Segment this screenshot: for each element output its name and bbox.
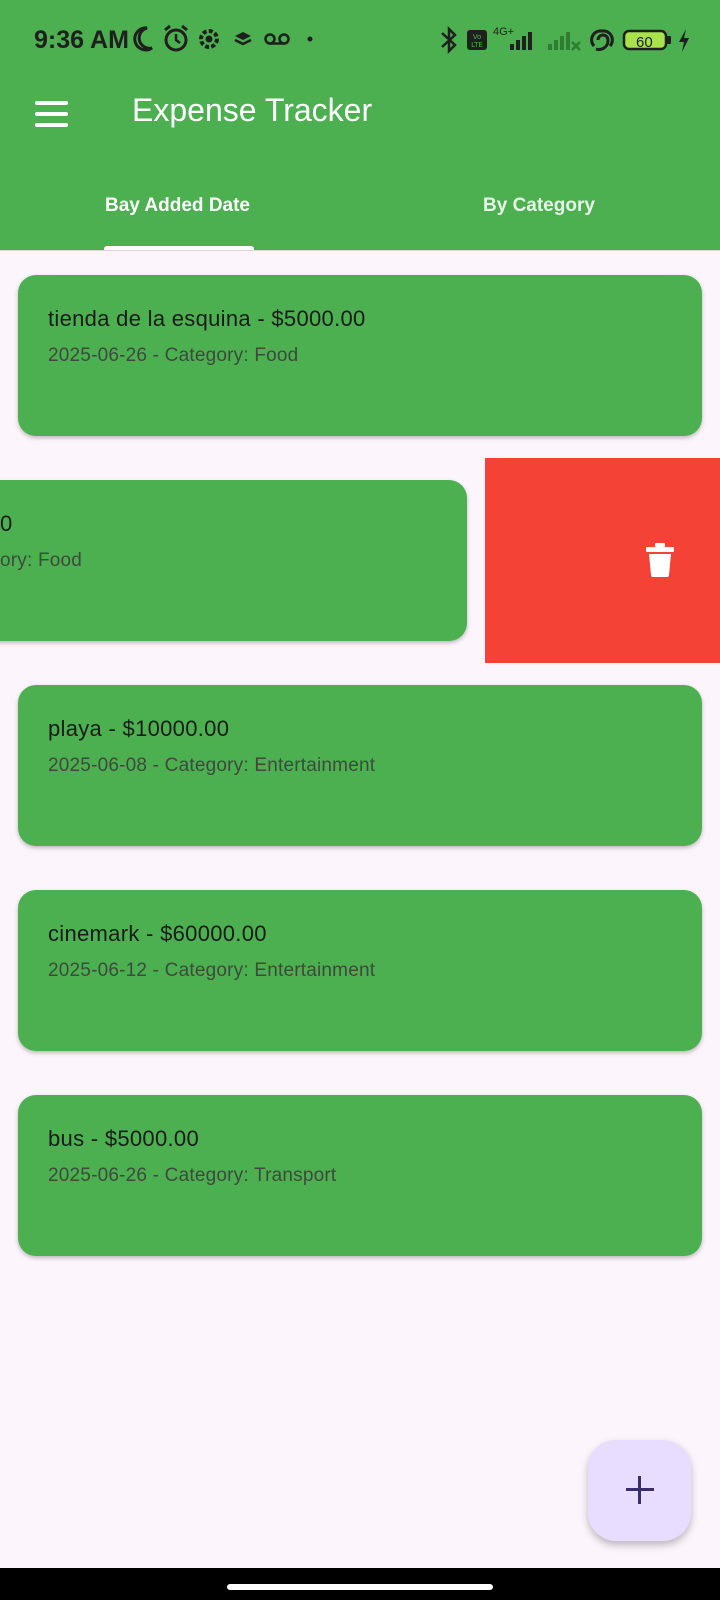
expense-title: tienda de la esquina - $5000.00 (48, 306, 366, 331)
app-bar-divider (0, 250, 720, 251)
alarm-icon (164, 24, 188, 52)
layers-icon (234, 32, 252, 46)
expense-card[interactable]: tienda de la esquina - $5000.00 2025-06-… (18, 275, 702, 436)
app-bar: 9:36 AM Vo LTE 4G+ 60 Expense Tracker Ba… (0, 0, 720, 251)
status-bar: 9:36 AM Vo LTE 4G+ 60 (0, 0, 720, 80)
expense-details: 2025-06-26 - Category: Food (48, 345, 299, 366)
app-title: Expense Tracker (132, 92, 373, 128)
menu-icon-bar (35, 112, 68, 116)
tab-by-added-date[interactable]: Bay Added Date (105, 195, 250, 217)
expense-title: bus - $5000.00 (48, 1126, 199, 1151)
more-dot-icon (307, 36, 313, 42)
svg-text:LTE: LTE (471, 41, 483, 49)
svg-text:Vo: Vo (473, 33, 482, 41)
swipe-delete-background[interactable] (485, 458, 720, 663)
volte-icon: Vo LTE (467, 30, 487, 50)
trash-icon (646, 543, 674, 577)
menu-icon (35, 101, 68, 105)
menu-button[interactable] (28, 92, 76, 136)
status-time: 9:36 AM (34, 26, 129, 54)
signal-strength-icon (510, 32, 532, 50)
expense-details: ory: Food (0, 550, 83, 571)
charging-bolt-icon (679, 29, 689, 52)
voicemail-icon (264, 33, 290, 45)
battery-level: 60 (636, 34, 653, 51)
add-expense-button[interactable] (588, 1440, 691, 1541)
add-icon-bar (626, 1488, 654, 1491)
expense-details: 2025-06-12 - Category: Entertainment (48, 960, 376, 981)
settings-gear-icon (199, 29, 219, 49)
expense-card[interactable]: cinemark - $60000.00 2025-06-12 - Catego… (18, 890, 702, 1051)
tab-by-category[interactable]: By Category (483, 195, 595, 217)
home-gesture-handle[interactable] (227, 1584, 493, 1590)
expense-details: 2025-06-08 - Category: Entertainment (48, 755, 376, 776)
expense-card-swiping[interactable]: 0 ory: Food (0, 480, 467, 641)
do-not-disturb-moon-icon (133, 26, 153, 52)
expense-title: cinemark - $60000.00 (48, 921, 267, 946)
expense-card[interactable]: bus - $5000.00 2025-06-26 - Category: Tr… (18, 1095, 702, 1256)
data-saver-icon (590, 29, 614, 51)
bluetooth-icon (441, 25, 457, 55)
menu-icon-bar (35, 123, 68, 127)
expense-card[interactable]: playa - $10000.00 2025-06-08 - Category:… (18, 685, 702, 846)
expense-details: 2025-06-26 - Category: Transport (48, 1165, 337, 1186)
no-signal-icon (548, 32, 581, 51)
expense-title: 0 (0, 511, 13, 536)
expense-title: playa - $10000.00 (48, 716, 230, 741)
